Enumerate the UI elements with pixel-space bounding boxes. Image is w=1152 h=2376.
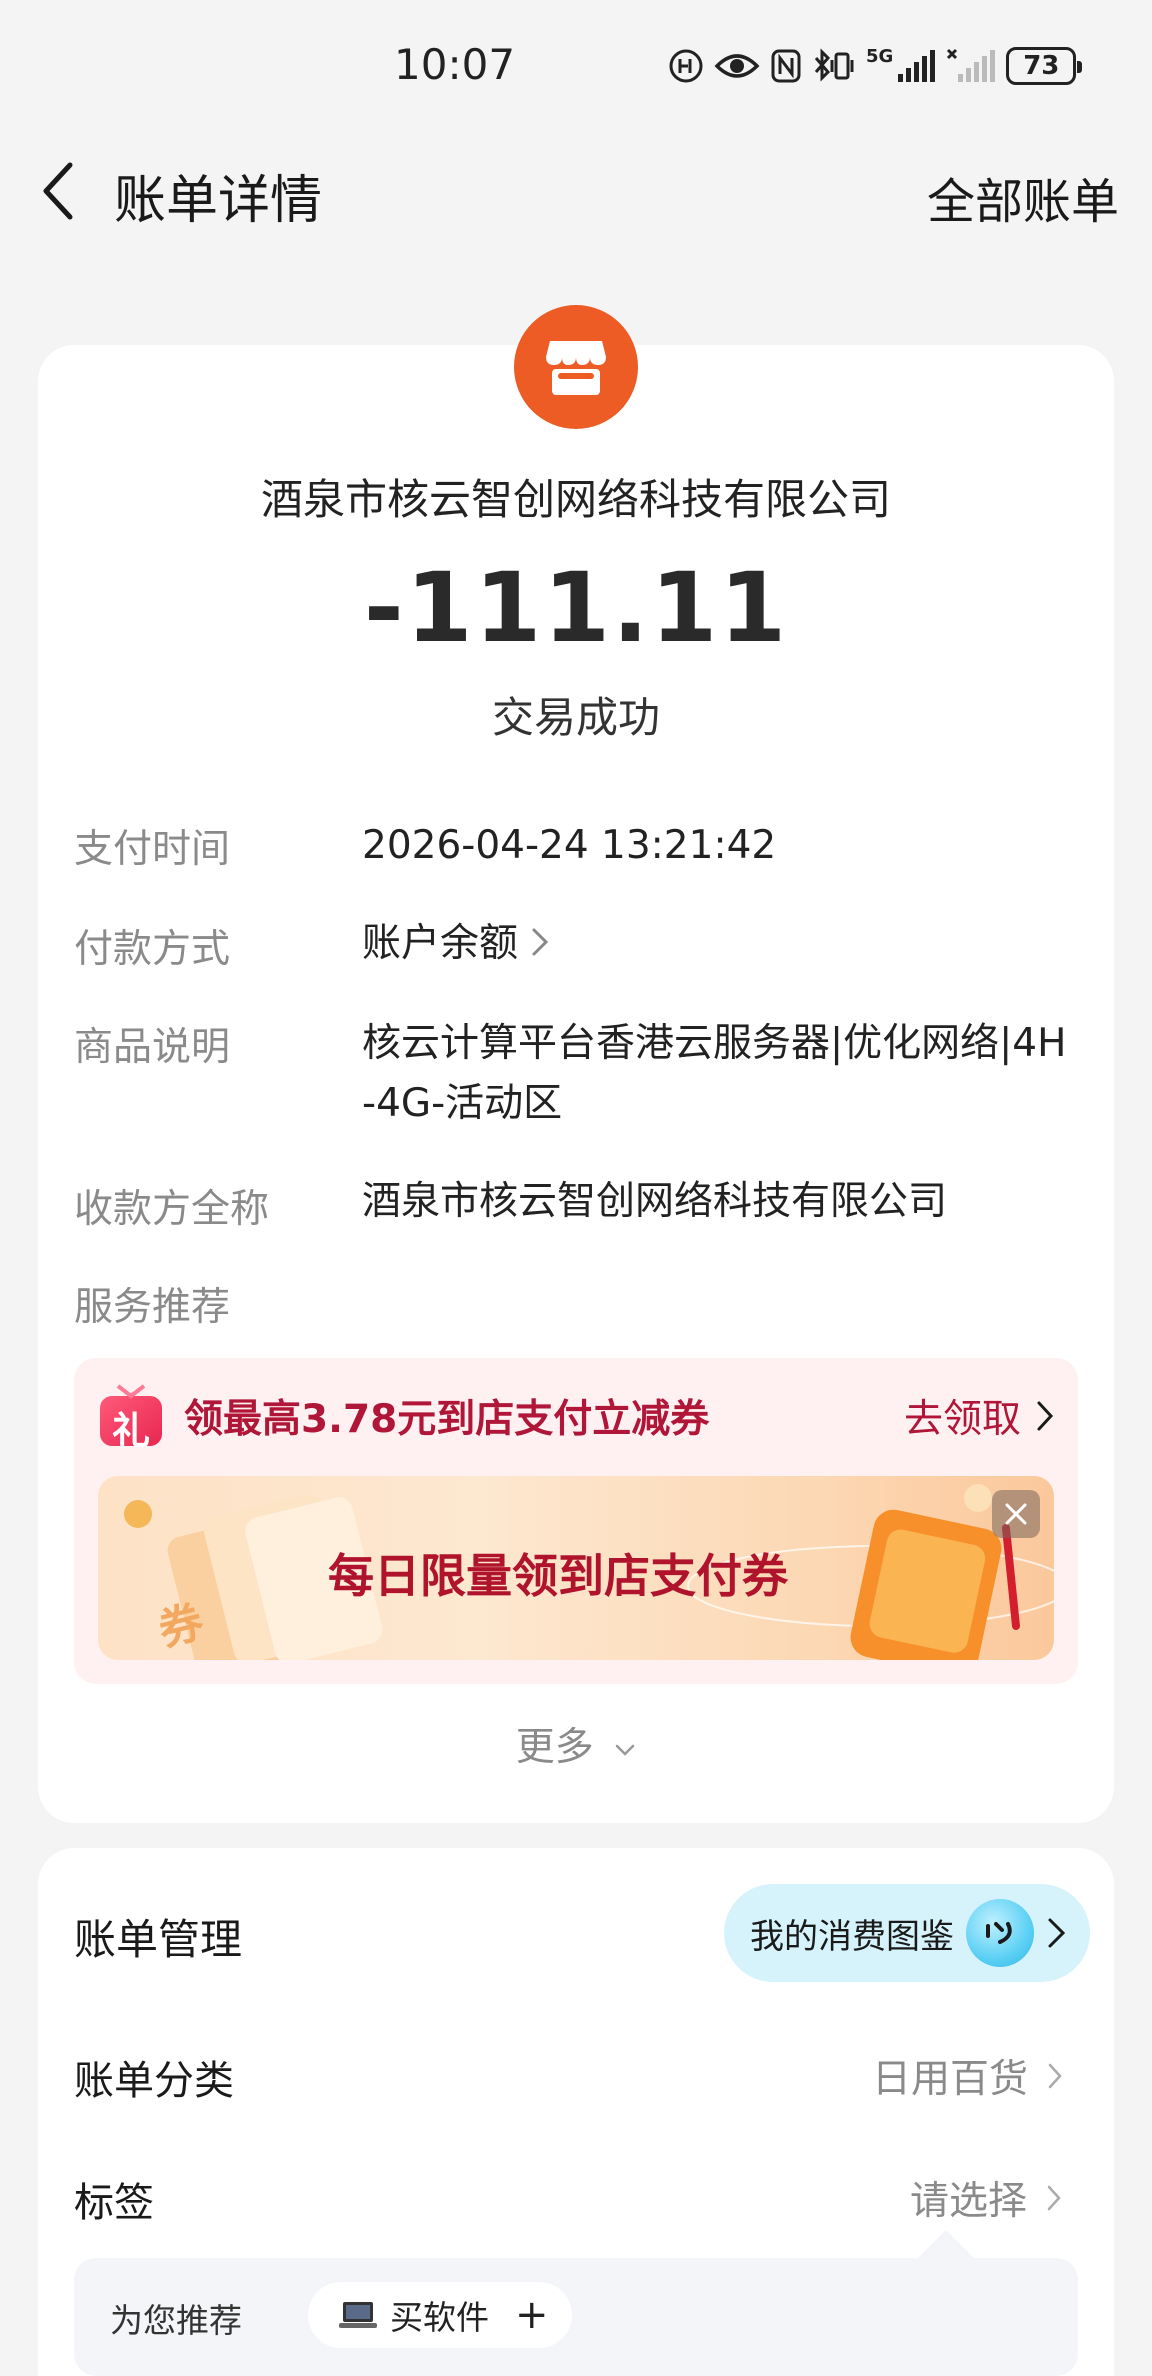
pay-time-label: 支付时间 — [74, 827, 231, 872]
tag-select[interactable]: 请选择 — [910, 2170, 1063, 2226]
product-label: 商品说明 — [74, 1025, 231, 1070]
tag-value: 请选择 — [910, 2179, 1028, 2224]
consumption-atlas-button[interactable]: 我的消费图鉴 — [724, 1884, 1090, 1982]
battery-level: 73 — [1023, 51, 1060, 81]
product-value-line2: -4G-活动区 — [362, 1081, 563, 1126]
chevron-right-icon — [1037, 1401, 1054, 1431]
close-banner-button[interactable] — [992, 1490, 1040, 1538]
gift-icon-text: 礼 — [112, 1409, 151, 1453]
signal-icon — [898, 50, 936, 82]
recommend-label: 为您推荐 — [110, 2301, 242, 2340]
bluetooth-vibrate-icon — [814, 48, 854, 82]
network-label: 5G — [866, 46, 894, 67]
service-recommend-label: 服务推荐 — [74, 1285, 231, 1330]
recommend-tag-chip[interactable]: 买软件 + — [308, 2282, 572, 2348]
merchant-name: 酒泉市核云智创网络科技有限公司 — [260, 475, 891, 524]
battery-icon: 73 — [1006, 47, 1083, 85]
bill-category-value: 日用百货 — [872, 2057, 1029, 2102]
bill-management-title: 账单管理 — [74, 1915, 243, 1964]
back-button[interactable] — [30, 156, 86, 226]
coupon-text: 领最高3.78元到店支付立减券 — [184, 1397, 710, 1442]
all-bills-button[interactable]: 全部账单 — [927, 162, 1119, 232]
chevron-left-icon — [43, 162, 73, 220]
status-time: 10:07 — [394, 40, 516, 89]
merchant-logo — [514, 305, 638, 429]
chevron-right-icon — [530, 916, 550, 976]
signal-off-icon — [947, 48, 996, 82]
amount: -111.11 — [363, 552, 789, 664]
claim-coupon-button[interactable]: 去领取 — [904, 1388, 1055, 1444]
eye-icon — [714, 54, 760, 78]
nfc-icon — [771, 49, 801, 83]
gift-icon: 礼 — [98, 1382, 164, 1453]
recommend-chip-label: 买软件 — [390, 2298, 489, 2337]
chevron-right-icon — [1048, 2063, 1062, 2089]
page-title: 账单详情 — [114, 171, 323, 231]
network-type: 5G — [866, 48, 936, 84]
pay-time-value: 2026-04-24 13:21:42 — [362, 823, 777, 868]
shop-icon — [546, 341, 606, 395]
pay-method-label: 付款方式 — [74, 927, 231, 972]
bill-category-label: 账单分类 — [74, 2058, 234, 2104]
tag-label: 标签 — [74, 2180, 154, 2226]
product-value-line1: 核云计算平台香港云服务器|优化网络|4H — [362, 1021, 1067, 1066]
plus-icon: + — [515, 2292, 549, 2338]
more-button[interactable]: 更多 — [0, 1716, 1152, 1772]
claim-label: 去领取 — [904, 1397, 1022, 1442]
banner-text: 每日限量领到店支付券 — [328, 1549, 788, 1603]
pay-method-value: 账户余额 — [362, 921, 519, 966]
trade-status: 交易成功 — [491, 693, 660, 742]
payee-value: 酒泉市核云智创网络科技有限公司 — [362, 1179, 948, 1224]
pay-method-link[interactable]: 账户余额 — [362, 914, 550, 976]
laptop-icon — [339, 2302, 377, 2328]
recommend-pointer — [916, 2230, 976, 2260]
close-icon — [1005, 1503, 1027, 1525]
bill-category-select[interactable]: 日用百货 — [872, 2048, 1064, 2104]
chevron-right-icon — [1047, 2185, 1061, 2211]
mascot-icon — [966, 1899, 1034, 1967]
status-icons: 5G 73 — [668, 44, 1083, 88]
chevron-right-icon — [1048, 1918, 1066, 1948]
payee-label: 收款方全称 — [74, 1187, 270, 1232]
atlas-label: 我的消费图鉴 — [750, 1916, 954, 1957]
chevron-down-icon — [615, 1744, 635, 1756]
more-label: 更多 — [515, 1725, 594, 1770]
hd-icon — [669, 49, 703, 83]
